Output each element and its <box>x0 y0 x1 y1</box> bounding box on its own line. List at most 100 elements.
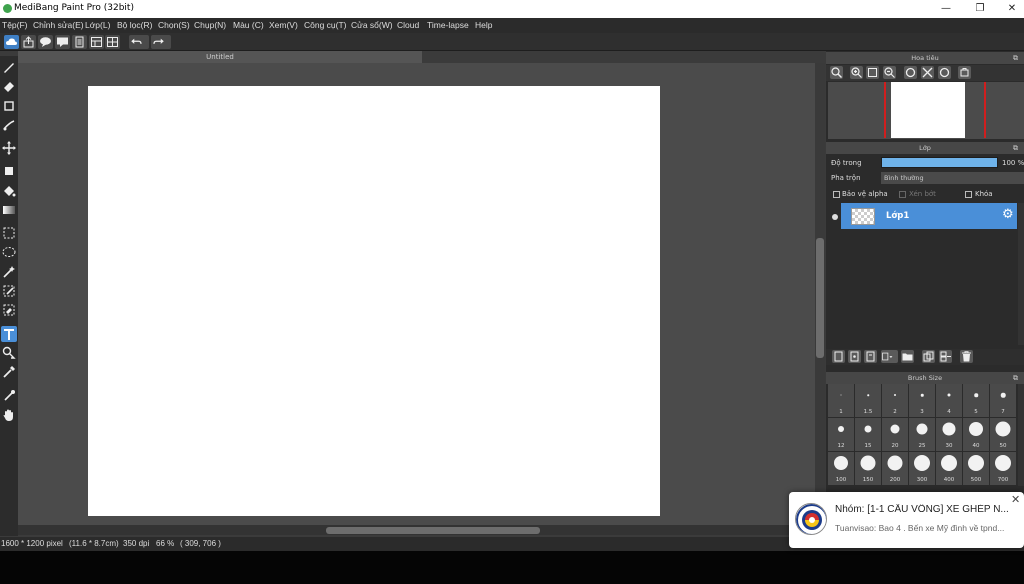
undock-icon[interactable]: ⧉ <box>1013 372 1018 384</box>
layer-list-scrollbar[interactable] <box>1018 203 1024 345</box>
rect-select-icon[interactable] <box>1 225 17 241</box>
rectangle-tool-icon[interactable] <box>1 98 17 114</box>
horizontal-scrollbar[interactable] <box>18 525 815 535</box>
brush-size-cell[interactable]: 25 <box>909 418 935 451</box>
fill-rectangle-icon[interactable] <box>1 163 17 179</box>
brush-size-cell[interactable]: 200 <box>882 452 908 485</box>
drawing-canvas[interactable] <box>88 86 660 516</box>
protect-alpha-checkbox[interactable] <box>833 191 840 198</box>
grid-icon[interactable] <box>105 35 120 49</box>
dot-brush-icon[interactable] <box>1 117 17 133</box>
cloud-icon[interactable] <box>4 35 19 49</box>
add-layer-dropdown-icon[interactable] <box>881 350 898 363</box>
menu-edit[interactable]: Chỉnh sửa(E) <box>33 20 84 30</box>
clipping-checkbox[interactable] <box>899 191 906 198</box>
move-icon[interactable] <box>1 140 17 156</box>
brush-size-cell[interactable]: 5 <box>963 384 989 417</box>
menu-filter[interactable]: Bộ lọc(R) <box>117 20 152 30</box>
bucket-icon[interactable] <box>1 183 17 199</box>
panel-layout-icon[interactable] <box>89 35 104 49</box>
fit-window-icon[interactable] <box>866 66 879 79</box>
brush-size-cell[interactable]: 700 <box>990 452 1016 485</box>
undock-icon[interactable]: ⧉ <box>1013 142 1018 154</box>
horizontal-scroll-thumb[interactable] <box>326 527 540 534</box>
brush-size-cell[interactable]: 2 <box>882 384 908 417</box>
eyedropper-icon[interactable] <box>1 364 17 380</box>
menu-select[interactable]: Chọn(S) <box>158 20 190 30</box>
reset-view-icon[interactable] <box>958 66 971 79</box>
menu-capture[interactable]: Chụp(N) <box>194 20 226 30</box>
menu-cloud[interactable]: Cloud <box>397 20 419 30</box>
merge-layer-icon[interactable] <box>939 350 952 363</box>
close-notification-icon[interactable]: ✕ <box>1011 493 1020 506</box>
maximize-button[interactable]: ❐ <box>970 2 990 16</box>
menu-file[interactable]: Tệp(F) <box>2 20 28 30</box>
brush-size-cell[interactable]: 150 <box>855 452 881 485</box>
undo-icon[interactable] <box>129 35 149 49</box>
zoom-out-icon[interactable] <box>883 66 896 79</box>
new-layer-icon[interactable] <box>832 350 845 363</box>
redo-icon[interactable] <box>151 35 171 49</box>
layer-settings-gear-icon[interactable]: ⚙ <box>1002 208 1014 221</box>
brush-size-cell[interactable]: 50 <box>990 418 1016 451</box>
minimize-button[interactable]: — <box>936 2 956 16</box>
speech-bubble-icon[interactable] <box>38 35 53 49</box>
magic-wand-icon[interactable] <box>1 264 17 280</box>
new-1bit-layer-icon[interactable] <box>864 350 877 363</box>
lasso-icon[interactable] <box>1 244 17 260</box>
eraser-icon[interactable] <box>1 78 17 94</box>
brush-size-cell[interactable]: 7 <box>990 384 1016 417</box>
folder-icon[interactable] <box>901 350 914 363</box>
vertical-scrollbar[interactable] <box>815 63 825 525</box>
layer-row[interactable]: Lớp1 ⚙ <box>841 203 1017 229</box>
select-eraser-icon[interactable] <box>1 302 17 318</box>
brush-size-cell[interactable]: 20 <box>882 418 908 451</box>
brush-size-cell[interactable]: 40 <box>963 418 989 451</box>
menu-timelapse[interactable]: Time-lapse <box>427 20 469 30</box>
menu-window[interactable]: Cửa sổ(W) <box>351 20 393 30</box>
document-tab[interactable]: Untitled <box>18 51 422 63</box>
menu-layer[interactable]: Lớp(L) <box>85 20 110 30</box>
zoom-fit-icon[interactable] <box>830 66 843 79</box>
page-icon[interactable] <box>72 35 87 49</box>
rotate-left-icon[interactable] <box>904 66 917 79</box>
brush-size-cell[interactable]: 3 <box>909 384 935 417</box>
hand-icon[interactable] <box>1 407 17 423</box>
flip-icon[interactable] <box>921 66 934 79</box>
brush-size-cell[interactable]: 100 <box>828 452 854 485</box>
brush-size-cell[interactable]: 1 <box>828 384 854 417</box>
delete-layer-icon[interactable] <box>960 350 973 363</box>
comment-icon[interactable] <box>55 35 70 49</box>
close-window-button[interactable]: ✕ <box>1002 2 1022 16</box>
opacity-slider[interactable] <box>881 157 998 168</box>
gradient-icon[interactable] <box>1 202 17 218</box>
menu-help[interactable]: Help <box>475 20 492 30</box>
zoom-in-icon[interactable] <box>850 66 863 79</box>
lock-checkbox[interactable] <box>965 191 972 198</box>
undock-icon[interactable]: ⧉ <box>1013 52 1018 64</box>
layer-visibility-icon[interactable] <box>832 214 838 220</box>
brush-size-cell[interactable]: 4 <box>936 384 962 417</box>
export-icon[interactable] <box>21 35 36 49</box>
pipette-icon[interactable] <box>1 388 17 404</box>
brush-size-cell[interactable]: 400 <box>936 452 962 485</box>
brush-size-cell[interactable]: 12 <box>828 418 854 451</box>
menu-tools[interactable]: Công cụ(T) <box>304 20 347 30</box>
navigator-preview[interactable] <box>828 82 1024 139</box>
duplicate-layer-icon[interactable] <box>922 350 935 363</box>
brush-size-cell[interactable]: 30 <box>936 418 962 451</box>
operation-icon[interactable] <box>1 345 17 361</box>
brush-icon[interactable] <box>1 59 17 75</box>
brush-size-scrollbar[interactable] <box>1018 384 1024 486</box>
menu-view[interactable]: Xem(V) <box>269 20 298 30</box>
new-halftone-layer-icon[interactable] <box>848 350 861 363</box>
vertical-scroll-thumb[interactable] <box>816 238 824 358</box>
menu-color[interactable]: Màu (C) <box>233 20 264 30</box>
rotate-right-icon[interactable] <box>938 66 951 79</box>
brush-size-cell[interactable]: 15 <box>855 418 881 451</box>
blend-mode-select[interactable]: Bình thường <box>881 172 1024 184</box>
text-tool-icon[interactable] <box>1 326 17 342</box>
brush-size-cell[interactable]: 300 <box>909 452 935 485</box>
brush-size-cell[interactable]: 1.5 <box>855 384 881 417</box>
brush-size-cell[interactable]: 500 <box>963 452 989 485</box>
